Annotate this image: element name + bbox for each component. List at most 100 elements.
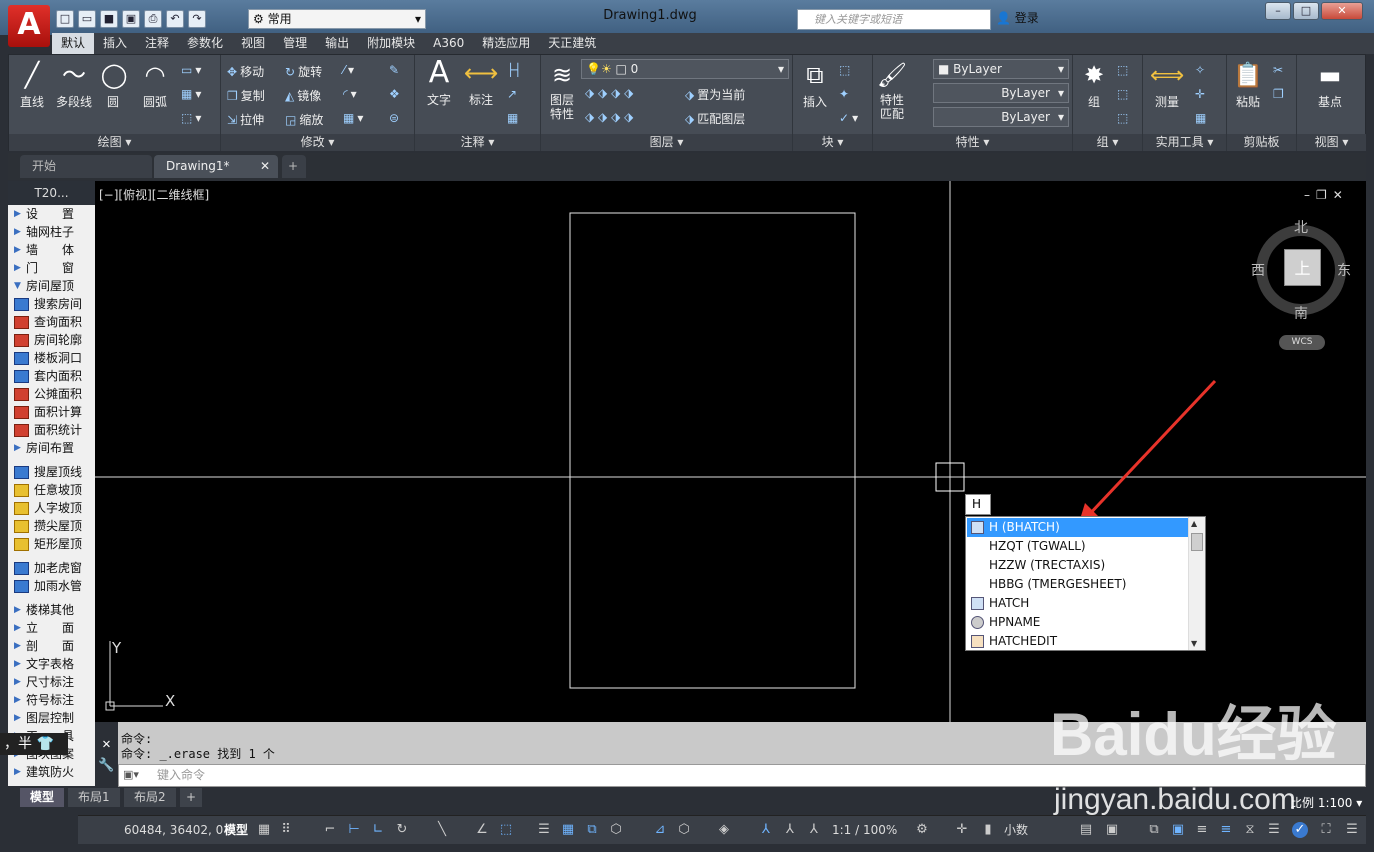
palette-item[interactable]: ▶ 房间布置 bbox=[8, 439, 95, 457]
mirror-button[interactable]: ◭ 镜像 bbox=[285, 87, 321, 104]
dynamic-input[interactable]: H bbox=[965, 494, 991, 515]
ortho-icon[interactable]: ∟ bbox=[370, 822, 386, 838]
tab-start[interactable]: 开始 bbox=[20, 155, 152, 178]
tangent-toggle-icon[interactable]: ≡ bbox=[1218, 822, 1234, 838]
grid-icon[interactable]: ▦ bbox=[256, 822, 272, 838]
maximize-button[interactable]: □ bbox=[1293, 2, 1319, 20]
layers-panel-label[interactable]: 图层 ▾ bbox=[541, 134, 792, 151]
paste-button[interactable]: 📋 粘贴 bbox=[1231, 59, 1265, 110]
cut-icon[interactable]: ✂ bbox=[1273, 63, 1286, 77]
object-track-icon[interactable]: ∠ bbox=[474, 822, 490, 838]
group-panel-label[interactable]: 组 ▾ bbox=[1073, 134, 1142, 151]
palette-item[interactable]: 搜索房间 bbox=[8, 295, 95, 313]
group-select-icon[interactable]: ⬚ bbox=[1117, 111, 1131, 125]
tab-addins[interactable]: 附加模块 bbox=[358, 33, 424, 54]
close-tab-icon[interactable]: ✕ bbox=[260, 155, 270, 178]
palette-item[interactable]: ▶ 门 窗 bbox=[8, 259, 95, 277]
lock-ui-icon[interactable]: ▣ bbox=[1104, 822, 1120, 838]
tab-model[interactable]: 模型 bbox=[20, 788, 65, 807]
ac-item-hzqt[interactable]: HZQT (TGWALL) bbox=[967, 537, 1188, 556]
polar-icon[interactable]: ↻ bbox=[394, 822, 410, 838]
match-layer-button[interactable]: ⬗ 匹配图层 bbox=[685, 110, 745, 127]
palette-item[interactable]: ▶ 轴网柱子 bbox=[8, 223, 95, 241]
ungroup-icon[interactable]: ⬚ bbox=[1117, 63, 1131, 77]
palette-item[interactable]: ▶ 尺寸标注 bbox=[8, 673, 95, 691]
draw-panel-label[interactable]: 绘图 ▾ bbox=[9, 134, 220, 151]
annotation-visibility-icon[interactable]: ⅄ bbox=[758, 822, 774, 838]
scale-ratio[interactable]: 比例 1:100 ▾ bbox=[1290, 794, 1362, 811]
palette-item[interactable]: ▶ 剖 面 bbox=[8, 637, 95, 655]
open-icon[interactable]: ▭ bbox=[78, 10, 96, 28]
layer-select[interactable]: 💡☀ □ 0 ▾ bbox=[581, 59, 789, 79]
workspace-select[interactable]: ⚙ 常用 ▾ bbox=[248, 9, 426, 29]
palette-item[interactable]: 楼板洞口 bbox=[8, 349, 95, 367]
palette-item[interactable]: 任意坡顶 bbox=[8, 481, 95, 499]
new-icon[interactable]: □ bbox=[56, 10, 74, 28]
palette-item[interactable]: ▶ 设 置 bbox=[8, 205, 95, 223]
palette-item[interactable]: 公摊面积 bbox=[8, 385, 95, 403]
new-tab-button[interactable]: + bbox=[282, 155, 306, 178]
lineweight-icon[interactable]: ☰ bbox=[536, 822, 552, 838]
tab-a360[interactable]: A360 bbox=[424, 33, 473, 54]
dynamic-input-icon[interactable]: ⊿ bbox=[652, 822, 668, 838]
ac-item-hpname[interactable]: HPNAME bbox=[967, 613, 1188, 632]
tab-view[interactable]: 视图 bbox=[232, 33, 274, 54]
palette-item[interactable]: 加雨水管 bbox=[8, 577, 95, 595]
isolate-icon[interactable]: ⧉ bbox=[1146, 822, 1162, 838]
compass-east[interactable]: 东 bbox=[1337, 260, 1351, 280]
viewport-window-controls[interactable]: –❐✕ bbox=[1304, 188, 1349, 202]
block-panel-label[interactable]: 块 ▾ bbox=[793, 134, 872, 151]
app-menu-button[interactable]: A bbox=[8, 5, 50, 47]
print-icon[interactable]: ⎙ bbox=[144, 10, 162, 28]
rotate-button[interactable]: ↻ 旋转 bbox=[285, 63, 322, 80]
boundary-icon[interactable]: ⬚ ▾ bbox=[181, 111, 201, 125]
tab-layout2[interactable]: 布局2 bbox=[124, 788, 176, 807]
table-icon[interactable]: ▦ bbox=[507, 111, 521, 125]
annotation-monitor-icon[interactable]: ✛ bbox=[954, 822, 970, 838]
save-icon[interactable]: ■ bbox=[100, 10, 118, 28]
login-button[interactable]: 👤 登录 bbox=[996, 9, 1039, 26]
linetype-select[interactable]: ByLayer ▾ bbox=[933, 83, 1069, 103]
tab-layout1[interactable]: 布局1 bbox=[68, 788, 120, 807]
utilities-panel-label[interactable]: 实用工具 ▾ bbox=[1143, 134, 1226, 151]
palette-item[interactable]: 套内面积 bbox=[8, 367, 95, 385]
explode-icon[interactable]: ❖ bbox=[389, 87, 403, 101]
erase-icon[interactable]: ✎ bbox=[389, 63, 402, 77]
arc-button[interactable]: ◠ 圆弧 bbox=[135, 59, 175, 110]
palette-item[interactable]: ▶ 建筑防火 bbox=[8, 763, 95, 781]
stretch-button[interactable]: ⇲ 拉伸 bbox=[227, 111, 264, 128]
group-edit-icon[interactable]: ⬚ bbox=[1117, 87, 1131, 101]
command-line-handle[interactable]: ✕ 🔧 bbox=[95, 722, 118, 787]
hatch-icon[interactable]: ▦ ▾ bbox=[181, 87, 201, 101]
properties-panel-label[interactable]: 特性 ▾ bbox=[873, 134, 1072, 151]
viewcube-top-face[interactable]: 上 bbox=[1284, 249, 1321, 286]
dim-button[interactable]: ⟷ 标注 bbox=[463, 57, 499, 108]
viewport-controls[interactable]: [−][俯视][二维线框] bbox=[99, 186, 209, 203]
calculator-icon[interactable]: ▦ bbox=[1195, 111, 1209, 125]
tab-featured[interactable]: 精选应用 bbox=[473, 33, 539, 54]
array-icon[interactable]: ▦ ▾ bbox=[343, 111, 363, 125]
tab-tangent[interactable]: 天正建筑 bbox=[539, 33, 605, 54]
tab-default[interactable]: 默认 bbox=[52, 33, 95, 54]
quick-properties-icon[interactable]: ▤ bbox=[1078, 822, 1094, 838]
line-button[interactable]: ╱ 直线 bbox=[13, 59, 51, 110]
tab-annotate[interactable]: 注释 bbox=[136, 33, 178, 54]
fullscreen-icon[interactable]: ⛶ bbox=[1318, 822, 1334, 838]
infer-icon[interactable]: ⌐ bbox=[322, 822, 338, 838]
palette-item[interactable]: 面积统计 bbox=[8, 421, 95, 439]
layer-tools-row1[interactable]: ⬗ ⬗ ⬗ ⬗ bbox=[585, 86, 636, 100]
palette-item[interactable]: ▶ 文字表格 bbox=[8, 655, 95, 673]
gizmo-icon[interactable]: ◈ bbox=[716, 822, 732, 838]
ime-status[interactable]: ，半 👕 bbox=[0, 733, 68, 755]
match-properties-button[interactable]: 🖌 特性 匹配 bbox=[875, 59, 909, 121]
customize-command-icon[interactable]: 🔧 bbox=[95, 758, 118, 773]
close-command-icon[interactable]: ✕ bbox=[95, 736, 118, 752]
clean-screen-icon[interactable]: ≡ bbox=[1194, 822, 1210, 838]
transparency-icon[interactable]: ▦ bbox=[560, 822, 576, 838]
tab-manage[interactable]: 管理 bbox=[274, 33, 316, 54]
measure-button[interactable]: ⟺ 测量 bbox=[1147, 59, 1187, 110]
circle-button[interactable]: ◯ 圆 bbox=[97, 59, 129, 110]
linear-dim-icon[interactable]: ├┤ bbox=[507, 63, 524, 77]
palette-item[interactable]: ▶ 符号标注 bbox=[8, 691, 95, 709]
text-button[interactable]: A 文字 bbox=[421, 57, 457, 108]
